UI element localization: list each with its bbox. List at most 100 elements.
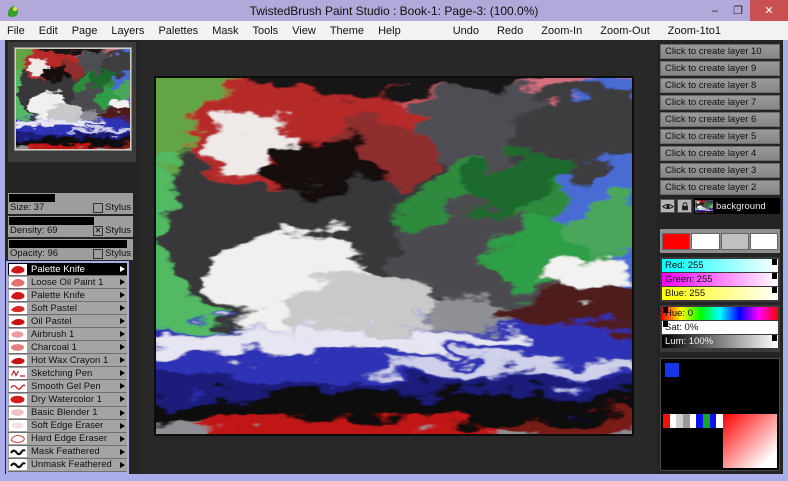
color-swatch-1[interactable] [691,233,719,250]
palette-cell-4[interactable] [690,414,697,428]
slider-size[interactable]: Size: 37 Stylus [8,193,133,214]
red-slider[interactable]: Red: 255 [662,259,778,272]
brush-item-palette-knife[interactable]: Palette Knife [8,289,127,302]
right-panel: Click to create layer 10 Click to create … [657,40,783,474]
color-swatch-2[interactable] [721,233,749,250]
lum-slider[interactable]: Lum: 100% [662,335,778,348]
create-layer-button-9[interactable]: Click to create layer 9 [660,61,780,76]
left-panel: Size: 37 Stylus Density: 69✕StylusOpacity:… [5,40,140,474]
brush-submenu-arrow-icon [120,462,125,468]
brush-submenu-arrow-icon [120,357,125,363]
menu-bar: FileEditPageLayersPalettesMaskToolsViewT… [0,21,788,40]
create-layer-button-6[interactable]: Click to create layer 6 [660,112,780,127]
menu-mask[interactable]: Mask [205,25,245,37]
brush-item-hard-edge-eraser[interactable]: Hard Edge Eraser [8,433,127,446]
slider-track[interactable] [9,240,132,248]
palette-cell-3[interactable] [683,414,690,428]
sat-slider[interactable]: Sat: 0% [662,321,778,334]
brush-item-smooth-gel-pen[interactable]: Smooth Gel Pen [8,380,127,393]
blue-slider[interactable]: Blue: 255 [662,287,778,300]
slider-marker [772,287,777,293]
brush-item-mask-feathered[interactable]: Mask Feathered [8,446,127,459]
palette-cell-5[interactable] [696,414,703,428]
slider-density[interactable]: Density: 69✕Stylus [8,216,133,237]
stylus-toggle-density[interactable]: ✕Stylus [93,225,131,236]
color-swatch-3[interactable] [750,233,778,250]
menu-edit[interactable]: Edit [32,25,65,37]
brush-label: Soft Pastel [31,303,77,314]
create-layer-button-3[interactable]: Click to create layer 3 [660,163,780,178]
palette-cell-0[interactable] [663,414,670,428]
create-layer-button-2[interactable]: Click to create layer 2 [660,180,780,195]
toolbar-zoom-in[interactable]: Zoom-In [532,25,591,37]
minimize-button[interactable]: – [704,0,726,21]
stylus-checkbox[interactable] [93,249,103,259]
menu-file[interactable]: File [0,25,32,37]
brush-submenu-arrow-icon [120,383,125,389]
shade-gradient-picker[interactable] [723,414,777,468]
brush-item-airbrush-1[interactable]: Airbrush 1 [8,328,127,341]
palette-cell-2[interactable] [676,414,683,428]
slider-opacity[interactable]: Opacity: 96Stylus [8,239,133,260]
mask-wave-icon [9,446,27,457]
slider-label: Size: 37 [10,202,44,213]
window-border-right [783,40,788,481]
palette-cell-1[interactable] [670,414,677,428]
menu-layers[interactable]: Layers [104,25,151,37]
app-window: TwistedBrush Paint Studio : Book-1: Page… [0,0,788,481]
palette-cell-6[interactable] [703,414,710,428]
charcoal-stroke-icon [9,342,27,353]
brush-item-charcoal-1[interactable]: Charcoal 1 [8,341,127,354]
create-layer-button-7[interactable]: Click to create layer 7 [660,95,780,110]
layer-lock-button[interactable] [677,199,692,213]
layer-visibility-button[interactable] [660,199,675,213]
menu-palettes[interactable]: Palettes [151,25,205,37]
brush-item-unmask-feathered[interactable]: Unmask Feathered [8,459,127,472]
create-layer-button-4[interactable]: Click to create layer 4 [660,146,780,161]
color-swatch-0[interactable] [662,233,690,250]
brush-item-hot-wax-crayon-1[interactable]: Hot Wax Crayon 1 [8,354,127,367]
window-title: TwistedBrush Paint Studio : Book-1: Page… [0,4,788,18]
hue-slider[interactable]: Hue: 0 [662,307,778,320]
maximize-button[interactable]: ❐ [727,0,749,21]
menu-help[interactable]: Help [371,25,408,37]
brush-item-loose-oil-paint-1[interactable]: Loose Oil Paint 1 [8,276,127,289]
stylus-checkbox[interactable] [93,203,103,213]
stylus-checkbox[interactable]: ✕ [93,226,103,236]
green-slider[interactable]: Green: 255 [662,273,778,286]
brush-item-palette-knife[interactable]: Palette Knife [8,263,127,276]
brush-item-soft-edge-eraser[interactable]: Soft Edge Eraser [8,420,127,433]
slider-fill [9,194,55,202]
pen-wave-icon [9,381,27,392]
brush-item-soft-pastel[interactable]: Soft Pastel [8,302,127,315]
menu-theme[interactable]: Theme [323,25,371,37]
menu-page[interactable]: Page [65,25,105,37]
brush-item-basic-blender-1[interactable]: Basic Blender 1 [8,407,127,420]
create-layer-button-10[interactable]: Click to create layer 10 [660,44,780,59]
toolbar-redo[interactable]: Redo [488,25,532,37]
brush-item-sketching-pen[interactable]: Sketching Pen [8,367,127,380]
menu-view[interactable]: View [285,25,323,37]
toolbar-zoom-1to1[interactable]: Zoom-1to1 [659,25,730,37]
hsl-slider-group: Hue: 0Sat: 0%Lum: 100% [660,305,780,352]
menu-tools[interactable]: Tools [245,25,285,37]
toolbar-zoom-out[interactable]: Zoom-Out [591,25,659,37]
current-color-swatch[interactable] [665,363,679,377]
palette-cell-7[interactable] [710,414,717,428]
page-preview-box [8,42,136,162]
create-layer-button-8[interactable]: Click to create layer 8 [660,78,780,93]
stylus-toggle-opacity[interactable]: Stylus [93,248,131,259]
paint-canvas[interactable] [154,76,634,436]
stylus-toggle-size[interactable]: Stylus [93,202,131,213]
background-layer-item[interactable]: background [694,198,780,214]
brush-item-dry-watercolor-1[interactable]: Dry Watercolor 1 [8,393,127,406]
title-bar[interactable]: TwistedBrush Paint Studio : Book-1: Page… [0,0,788,21]
close-button[interactable]: ✕ [750,0,788,21]
slider-track[interactable] [9,194,132,202]
slider-track[interactable] [9,217,132,225]
create-layer-button-5[interactable]: Click to create layer 5 [660,129,780,144]
background-layer-row[interactable]: background [660,198,780,214]
toolbar-undo[interactable]: Undo [444,25,488,37]
brush-item-oil-pastel[interactable]: Oil Pastel [8,315,127,328]
unmask-wave-icon [9,459,27,470]
